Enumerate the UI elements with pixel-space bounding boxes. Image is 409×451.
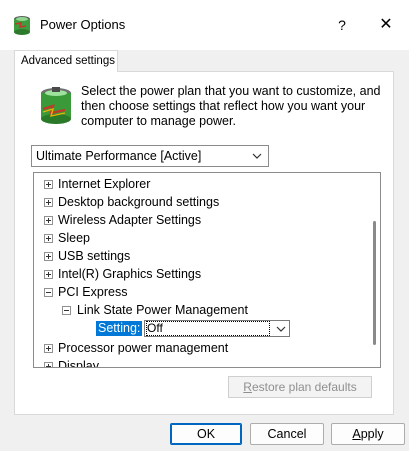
ok-button[interactable]: OK xyxy=(170,423,242,445)
tree-item-desktop-background[interactable]: Desktop background settings xyxy=(34,193,370,211)
title-bar: Power Options ? ✕ xyxy=(0,0,409,50)
expand-icon[interactable] xyxy=(44,234,53,243)
apply-button[interactable]: Apply xyxy=(331,423,405,445)
expand-icon[interactable] xyxy=(44,198,53,207)
power-plan-dropdown[interactable]: Ultimate Performance [Active] xyxy=(31,145,269,167)
chevron-down-icon xyxy=(252,153,262,159)
tree-item-processor-power[interactable]: Processor power management xyxy=(34,339,370,357)
expand-icon[interactable] xyxy=(44,180,53,189)
tree-item-wireless-adapter[interactable]: Wireless Adapter Settings xyxy=(34,211,370,229)
expand-icon[interactable] xyxy=(44,362,53,367)
collapse-icon[interactable] xyxy=(44,288,53,297)
help-button[interactable]: ? xyxy=(330,12,354,38)
tab-advanced-settings[interactable]: Advanced settings xyxy=(14,50,118,72)
window-title: Power Options xyxy=(40,17,126,32)
expand-icon[interactable] xyxy=(44,344,53,353)
tree-item-display[interactable]: Display xyxy=(34,357,370,367)
chevron-down-icon xyxy=(276,326,286,332)
tree-item-setting[interactable]: Setting: Off xyxy=(34,319,370,339)
scrollbar-thumb[interactable] xyxy=(373,221,376,345)
tree-item-sleep[interactable]: Sleep xyxy=(34,229,370,247)
tree-item-pci-express[interactable]: PCI Express xyxy=(34,283,370,301)
settings-tree[interactable]: Internet Explorer Desktop background set… xyxy=(33,172,381,368)
power-options-icon xyxy=(14,16,30,35)
tree-item-usb-settings[interactable]: USB settings xyxy=(34,247,370,265)
tree-item-link-state-power-management[interactable]: Link State Power Management xyxy=(34,301,370,319)
restore-plan-defaults-button[interactable]: Restore plan defaults xyxy=(228,376,372,398)
setting-dropdown[interactable]: Off xyxy=(144,320,290,337)
expand-icon[interactable] xyxy=(44,216,53,225)
setting-label: Setting: xyxy=(96,321,143,336)
tree-item-intel-graphics[interactable]: Intel(R) Graphics Settings xyxy=(34,265,370,283)
dialog-body: Advanced settings Select the power plan … xyxy=(0,50,409,451)
expand-icon[interactable] xyxy=(44,252,53,261)
advanced-settings-panel: Select the power plan that you want to c… xyxy=(14,71,394,415)
setting-value: Off xyxy=(146,321,270,336)
collapse-icon[interactable] xyxy=(62,306,71,315)
power-plan-value: Ultimate Performance [Active] xyxy=(36,149,202,163)
expand-icon[interactable] xyxy=(44,270,53,279)
tree-scrollbar[interactable] xyxy=(370,173,380,367)
battery-icon xyxy=(41,87,71,124)
close-button[interactable]: ✕ xyxy=(372,12,400,38)
instructions-text: Select the power plan that you want to c… xyxy=(81,84,381,128)
cancel-button[interactable]: Cancel xyxy=(250,423,324,445)
tree-item-internet-explorer[interactable]: Internet Explorer xyxy=(34,175,370,193)
